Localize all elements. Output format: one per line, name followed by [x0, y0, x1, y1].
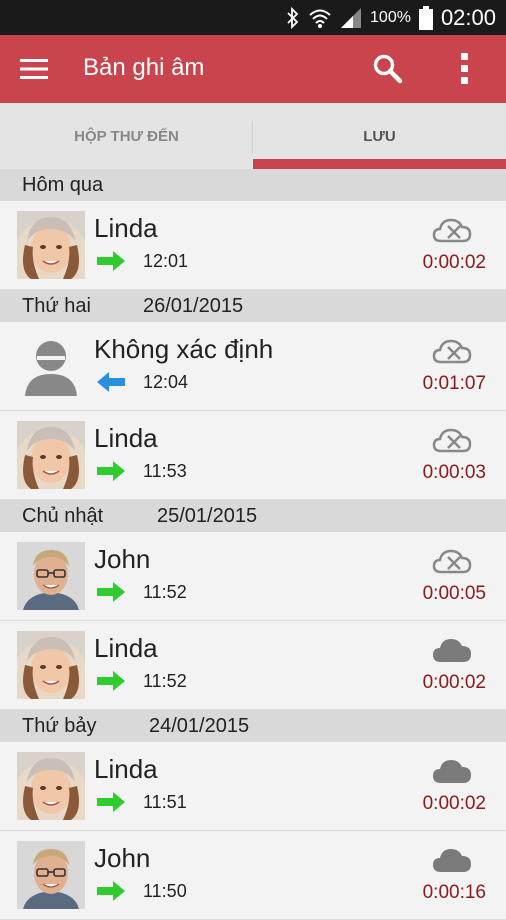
avatar[interactable]: [17, 841, 85, 909]
bluetooth-icon: [287, 6, 299, 29]
status-bar: 100% 02:00: [0, 0, 506, 35]
date-group-header: Thứ hai 26/01/2015: [0, 290, 506, 322]
group-date: 25/01/2015: [157, 505, 258, 527]
battery-percent: 100%: [370, 8, 411, 26]
recording-row[interactable]: John 11:50 0:00:16: [0, 831, 506, 920]
call-duration: 0:00:03: [422, 462, 486, 483]
cloud-synced-icon[interactable]: [432, 636, 472, 664]
recording-row[interactable]: Linda 12:01 0:00:02: [0, 201, 506, 290]
recording-list[interactable]: Hôm qua Linda 12:01 0:00:02 Thứ hai 26/01/201…: [0, 169, 506, 920]
more-vert-icon[interactable]: [455, 51, 475, 87]
contact-name: Linda: [94, 423, 158, 453]
group-date: 26/01/2015: [143, 295, 244, 317]
date-group-header: Hôm qua: [0, 169, 506, 201]
call-duration: 0:00:16: [422, 882, 486, 903]
call-time: 11:51: [143, 792, 187, 812]
call-time: 11:52: [143, 671, 187, 691]
avatar[interactable]: [17, 752, 85, 820]
avatar[interactable]: [17, 332, 85, 400]
contact-name: Linda: [94, 754, 158, 784]
contact-name: Linda: [94, 633, 158, 663]
avatar[interactable]: [17, 421, 85, 489]
outgoing-call-icon: [95, 460, 127, 482]
avatar[interactable]: [17, 631, 85, 699]
cloud-not-synced-icon[interactable]: [432, 547, 472, 575]
recording-row[interactable]: John 11:52 0:00:05: [0, 532, 506, 621]
recording-row[interactable]: Không xác định 12:04 0:01:07: [0, 322, 506, 411]
tab-indicator: [253, 159, 506, 169]
tab-inbox[interactable]: HỘP THƯ ĐẾN: [0, 103, 253, 169]
recording-row[interactable]: Linda 11:53 0:00:03: [0, 411, 506, 500]
battery-icon: [418, 5, 433, 30]
date-group-header: Chủ nhật 25/01/2015: [0, 500, 506, 532]
call-duration: 0:00:02: [422, 672, 486, 693]
group-date: 24/01/2015: [149, 715, 250, 737]
app-bar: Bản ghi âm: [0, 35, 506, 103]
outgoing-call-icon: [95, 250, 127, 272]
call-duration: 0:01:07: [422, 373, 486, 394]
group-day: Hôm qua: [22, 174, 104, 196]
incoming-call-icon: [95, 371, 127, 393]
call-time: 11:52: [143, 582, 187, 602]
contact-name: John: [94, 843, 151, 873]
contact-name: John: [94, 544, 151, 574]
date-group-header: Thứ bảy 24/01/2015: [0, 710, 506, 742]
recording-row[interactable]: Linda 11:51 0:00:02: [0, 742, 506, 831]
contact-name: Không xác định: [94, 334, 274, 364]
signal-icon: [341, 7, 362, 28]
outgoing-call-icon: [95, 581, 127, 603]
cloud-synced-icon[interactable]: [432, 846, 472, 874]
search-icon[interactable]: [372, 53, 404, 85]
call-duration: 0:00:02: [422, 793, 486, 814]
group-day: Chủ nhật: [22, 505, 104, 527]
cloud-not-synced-icon[interactable]: [432, 216, 472, 244]
clock: 02:00: [440, 4, 496, 30]
cloud-not-synced-icon[interactable]: [432, 426, 472, 454]
call-time: 11:53: [143, 461, 187, 481]
call-time: 12:04: [143, 372, 189, 392]
outgoing-call-icon: [95, 791, 127, 813]
tab-bar: HỘP THƯ ĐẾN LƯU: [0, 103, 506, 169]
call-time: 12:01: [143, 251, 189, 271]
group-day: Thứ bảy: [22, 715, 97, 737]
cloud-synced-icon[interactable]: [432, 757, 472, 785]
call-duration: 0:00:02: [422, 252, 486, 273]
cloud-not-synced-icon[interactable]: [432, 337, 472, 365]
outgoing-call-icon: [95, 670, 127, 692]
recording-row[interactable]: Linda 11:52 0:00:02: [0, 621, 506, 710]
group-day: Thứ hai: [22, 295, 91, 317]
page-title: Bản ghi âm: [83, 54, 205, 81]
menu-icon[interactable]: [18, 57, 50, 81]
call-duration: 0:00:05: [422, 583, 486, 604]
outgoing-call-icon: [95, 880, 127, 902]
contact-name: Linda: [94, 213, 158, 243]
call-time: 11:50: [143, 881, 187, 901]
avatar[interactable]: [17, 542, 85, 610]
wifi-icon: [309, 9, 331, 28]
avatar[interactable]: [17, 211, 85, 279]
